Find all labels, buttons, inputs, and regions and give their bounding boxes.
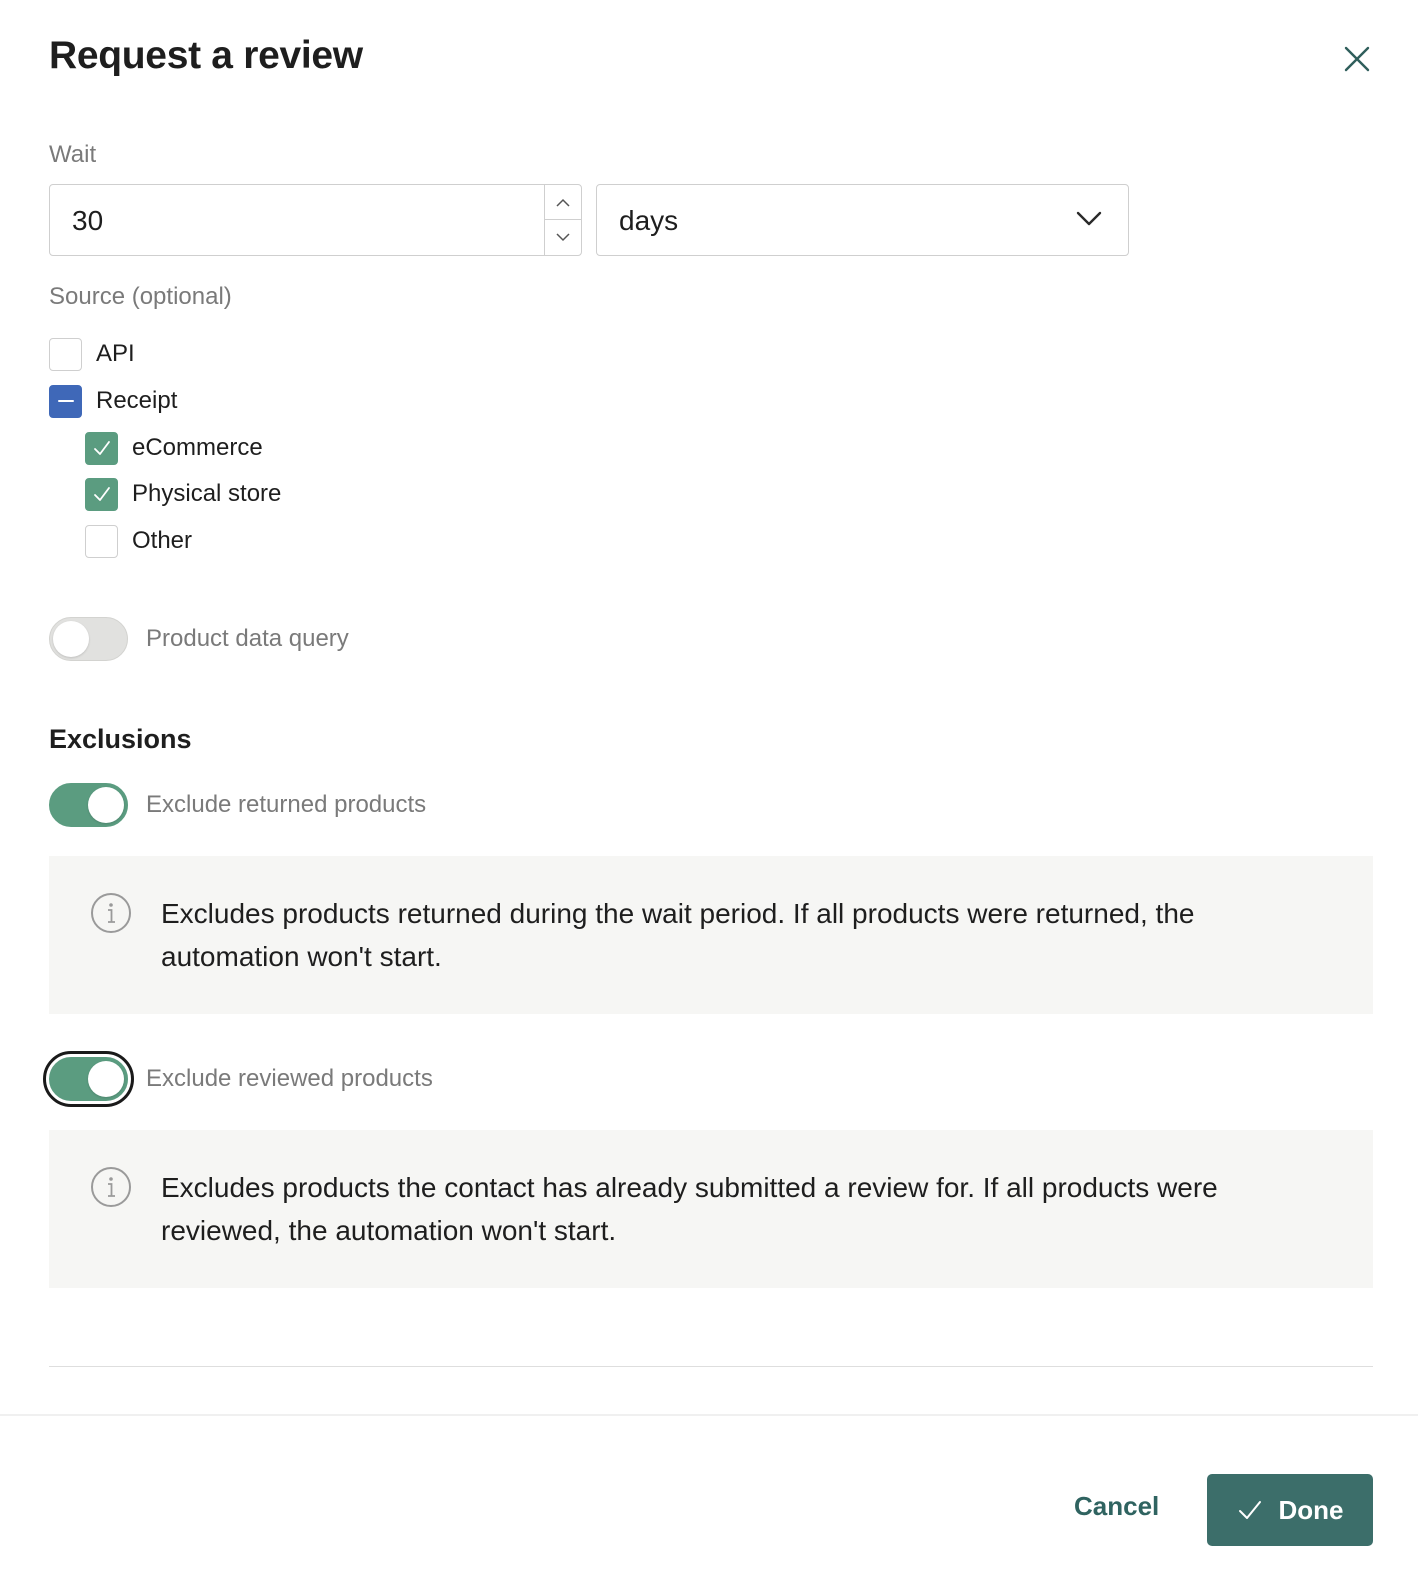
exclude-reviewed-row: Exclude reviewed products [43,1051,433,1107]
check-icon [93,487,110,501]
receipt-label: Receipt [96,387,178,414]
check-icon [93,441,110,455]
check-icon [1238,1501,1261,1519]
footer-divider [0,1414,1418,1416]
ecommerce-checkbox[interactable] [85,431,118,465]
minus-icon [57,400,74,402]
ecommerce-label: eCommerce [132,434,263,461]
chevron-down-icon [1076,211,1102,226]
source-label: Source (optional) [49,283,232,310]
api-label: API [96,340,135,367]
wait-amount-stepper [544,185,581,255]
other-checkbox[interactable] [85,524,118,558]
source-option-receipt[interactable]: Receipt [49,384,177,418]
source-option-physical-store[interactable]: Physical store [85,477,281,511]
toggle-knob [88,787,124,823]
increment-button[interactable] [545,185,581,220]
decrement-button[interactable] [545,220,581,255]
dialog-title: Request a review [49,34,363,77]
close-icon [1344,46,1370,72]
exclude-reviewed-toggle[interactable] [43,1051,134,1107]
wait-unit-select[interactable]: days [596,184,1129,256]
product-data-query-label: Product data query [146,625,349,652]
chevron-up-icon [556,198,570,207]
close-button[interactable] [1342,44,1372,74]
exclude-returned-info-text: Excludes products returned during the wa… [161,898,1195,972]
exclusions-heading: Exclusions [49,724,192,754]
physical-store-checkbox[interactable] [85,477,118,511]
exclude-reviewed-info-text: Excludes products the contact has alread… [161,1172,1218,1246]
physical-store-label: Physical store [132,480,282,507]
info-icon [91,893,131,933]
wait-label: Wait [49,141,97,168]
other-label: Other [132,527,193,554]
exclude-returned-info: Excludes products returned during the wa… [49,856,1373,1014]
exclude-returned-label: Exclude returned products [146,791,427,818]
product-data-query-row: Product data query [49,617,349,661]
toggle-knob [88,1061,124,1097]
exclude-returned-row: Exclude returned products [49,783,426,827]
receipt-checkbox[interactable] [49,384,82,418]
exclude-reviewed-label: Exclude reviewed products [146,1065,433,1092]
exclude-reviewed-info: Excludes products the contact has alread… [49,1130,1373,1288]
wait-amount-value[interactable]: 30 [72,205,103,237]
exclude-returned-toggle[interactable] [49,783,128,827]
api-checkbox[interactable] [49,337,82,371]
wait-amount-input[interactable]: 30 [49,184,582,256]
info-icon [91,1167,131,1207]
content-divider [49,1366,1373,1367]
chevron-down-icon [556,233,570,242]
product-data-query-toggle[interactable] [49,617,128,661]
source-option-api[interactable]: API [49,337,135,371]
toggle-knob [53,621,89,657]
source-option-other[interactable]: Other [85,524,192,558]
wait-unit-value: days [619,205,679,236]
done-button[interactable]: Done [1207,1474,1373,1546]
cancel-button[interactable]: Cancel [1074,1491,1159,1522]
done-button-label: Done [1278,1494,1344,1525]
source-option-ecommerce[interactable]: eCommerce [85,431,263,465]
